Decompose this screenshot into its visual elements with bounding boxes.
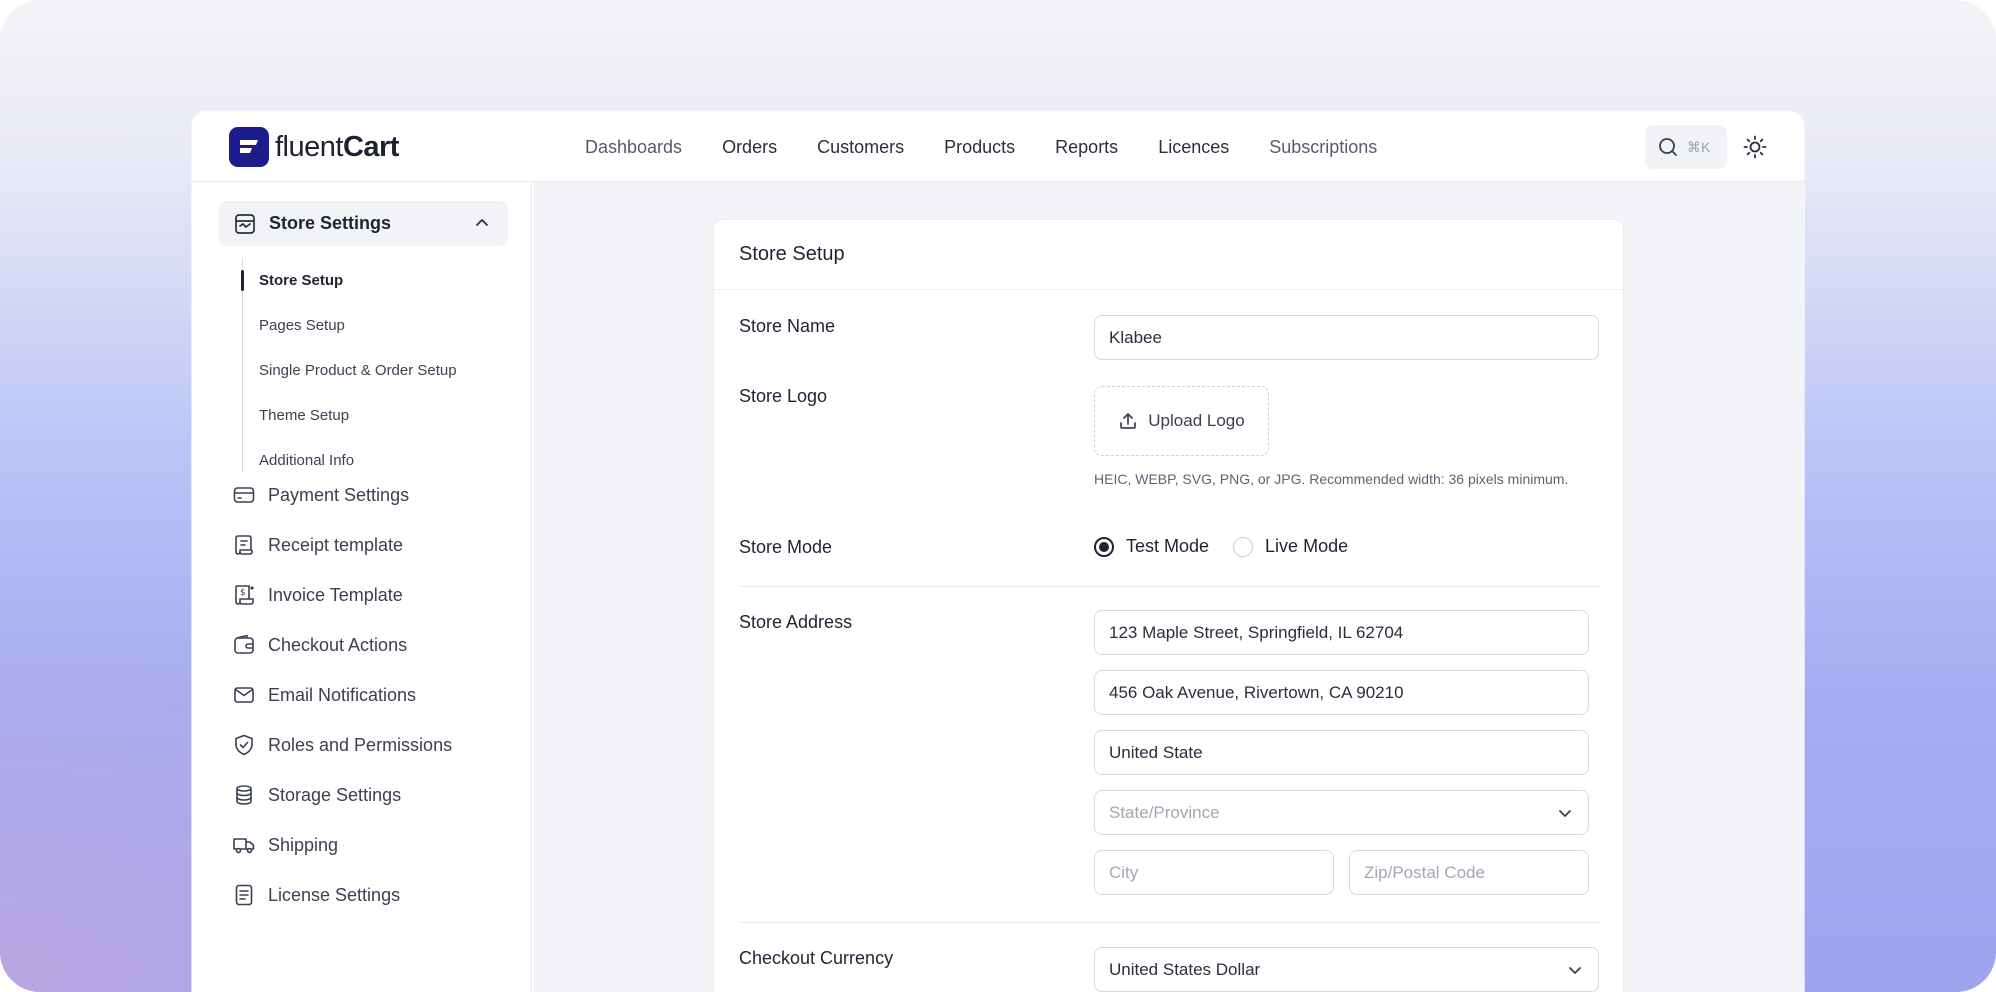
truck-icon xyxy=(232,833,256,857)
live-mode-radio[interactable] xyxy=(1233,536,1254,557)
top-bar: fluentCart Dashboards Orders Customers P… xyxy=(192,112,1804,182)
brand-logo[interactable]: fluentCart xyxy=(229,127,399,167)
store-setup-card: Store Setup Store Name Klabee Store Logo… xyxy=(713,219,1624,992)
nav-subscriptions[interactable]: Subscriptions xyxy=(1269,137,1377,158)
address-line1-input[interactable]: 123 Maple Street, Springfield, IL 62704 xyxy=(1094,610,1589,655)
state-province-placeholder: State/Province xyxy=(1109,802,1220,822)
svg-text:$: $ xyxy=(240,588,246,598)
sidebar-item-license-settings[interactable]: License Settings xyxy=(232,870,522,920)
checkout-currency-label: Checkout Currency xyxy=(739,948,894,968)
store-logo-label: Store Logo xyxy=(739,386,828,406)
brand-name-part2: Cart xyxy=(342,130,400,163)
wallet-icon xyxy=(232,633,256,657)
nav-products[interactable]: Products xyxy=(944,137,1015,158)
upload-logo-button[interactable]: Upload Logo xyxy=(1094,386,1269,456)
sidebar-item-label: Invoice Template xyxy=(268,584,403,605)
receipt-icon xyxy=(232,533,256,557)
sidebar-item-roles-and-permissions[interactable]: Roles and Permissions xyxy=(232,720,522,770)
brand-name-part1: fluent xyxy=(275,130,343,163)
store-name-input[interactable]: Klabee xyxy=(1094,315,1599,360)
settings-sidebar: Store Settings Store Setup Pages Setup S… xyxy=(192,182,532,992)
nav-customers[interactable]: Customers xyxy=(817,137,904,158)
sidebar-item-label: Checkout Actions xyxy=(268,634,408,655)
sidebar-list: Payment Settings Receipt template $ Invo… xyxy=(232,470,522,920)
subnav-item-pages-setup[interactable]: Pages Setup xyxy=(242,303,502,348)
shield-icon xyxy=(232,733,256,757)
sidebar-item-storage-settings[interactable]: Storage Settings xyxy=(232,770,522,820)
sidebar-item-label: Storage Settings xyxy=(268,784,402,805)
store-name-label: Store Name xyxy=(739,316,836,336)
sidebar-group-label: Store Settings xyxy=(269,213,392,233)
checkout-currency-select[interactable]: United States Dollar xyxy=(1094,947,1599,992)
logo-format-hint: HEIC, WEBP, SVG, PNG, or JPG. Recommende… xyxy=(1094,471,1569,487)
sidebar-item-email-notifications[interactable]: Email Notifications xyxy=(232,670,522,720)
subnav-item-single-product-order-setup[interactable]: Single Product & Order Setup xyxy=(242,348,502,393)
store-settings-subnav: Store Setup Pages Setup Single Product &… xyxy=(241,258,502,483)
store-mode-radio-group: Test Mode Live Mode xyxy=(1094,536,1372,557)
search-shortcut: ⌘K xyxy=(1687,138,1711,155)
nav-reports[interactable]: Reports xyxy=(1055,137,1118,158)
sun-icon xyxy=(1743,135,1767,159)
sidebar-item-label: Receipt template xyxy=(268,534,404,555)
zip-postal-input[interactable]: Zip/Postal Code xyxy=(1349,850,1589,895)
upload-logo-label: Upload Logo xyxy=(1148,411,1245,430)
brand-name: fluentCart xyxy=(275,131,399,164)
brand-mark-icon xyxy=(229,127,269,167)
subnav-item-store-setup[interactable]: Store Setup xyxy=(241,258,502,303)
sidebar-item-label: Email Notifications xyxy=(268,684,417,705)
sidebar-item-shipping[interactable]: Shipping xyxy=(232,820,522,870)
subnav-item-theme-setup[interactable]: Theme Setup xyxy=(242,393,502,438)
test-mode-label[interactable]: Test Mode xyxy=(1126,536,1209,557)
sidebar-item-receipt-template[interactable]: Receipt template xyxy=(232,520,522,570)
section-divider xyxy=(739,586,1600,587)
city-input[interactable]: City xyxy=(1094,850,1334,895)
store-address-label: Store Address xyxy=(739,612,853,632)
chevron-down-icon xyxy=(1569,967,1581,974)
sidebar-item-invoice-template[interactable]: $ Invoice Template xyxy=(232,570,522,620)
upload-icon xyxy=(1120,413,1137,429)
section-divider xyxy=(739,922,1600,923)
main-nav: Dashboards Orders Customers Products Rep… xyxy=(585,112,1417,182)
card-icon xyxy=(232,483,256,507)
mail-icon xyxy=(232,683,256,707)
nav-dashboards[interactable]: Dashboards xyxy=(585,137,682,158)
app-window: fluentCart Dashboards Orders Customers P… xyxy=(192,112,1804,992)
state-province-select[interactable]: State/Province xyxy=(1094,790,1589,835)
sidebar-item-payment-settings[interactable]: Payment Settings xyxy=(232,470,522,520)
invoice-icon: $ xyxy=(232,583,256,607)
database-icon xyxy=(232,783,256,807)
sidebar-item-label: Shipping xyxy=(268,834,339,855)
main-content: Store Setup Store Name Klabee Store Logo… xyxy=(533,182,1804,992)
nav-licences[interactable]: Licences xyxy=(1158,137,1229,158)
theme-toggle-button[interactable] xyxy=(1743,135,1767,159)
test-mode-radio[interactable] xyxy=(1094,536,1114,557)
search-button[interactable]: ⌘K xyxy=(1645,125,1727,169)
card-title: Store Setup xyxy=(714,220,1623,290)
document-icon xyxy=(232,883,256,907)
store-icon xyxy=(235,213,255,234)
checkout-currency-value: United States Dollar xyxy=(1109,959,1261,979)
chevron-up-icon[interactable] xyxy=(474,215,490,231)
live-mode-label[interactable]: Live Mode xyxy=(1265,536,1348,557)
sidebar-group-store-settings[interactable]: Store Settings xyxy=(219,201,508,246)
nav-orders[interactable]: Orders xyxy=(722,137,777,158)
sidebar-item-checkout-actions[interactable]: Checkout Actions xyxy=(232,620,522,670)
address-line2-input[interactable]: 456 Oak Avenue, Rivertown, CA 90210 xyxy=(1094,670,1589,715)
sidebar-item-label: License Settings xyxy=(268,884,401,905)
chevron-down-icon xyxy=(1559,810,1571,817)
country-select[interactable]: United State xyxy=(1094,730,1589,775)
sidebar-item-label: Payment Settings xyxy=(268,484,410,505)
sidebar-item-label: Roles and Permissions xyxy=(268,734,453,755)
search-icon xyxy=(1659,138,1677,156)
store-mode-label: Store Mode xyxy=(739,537,833,557)
